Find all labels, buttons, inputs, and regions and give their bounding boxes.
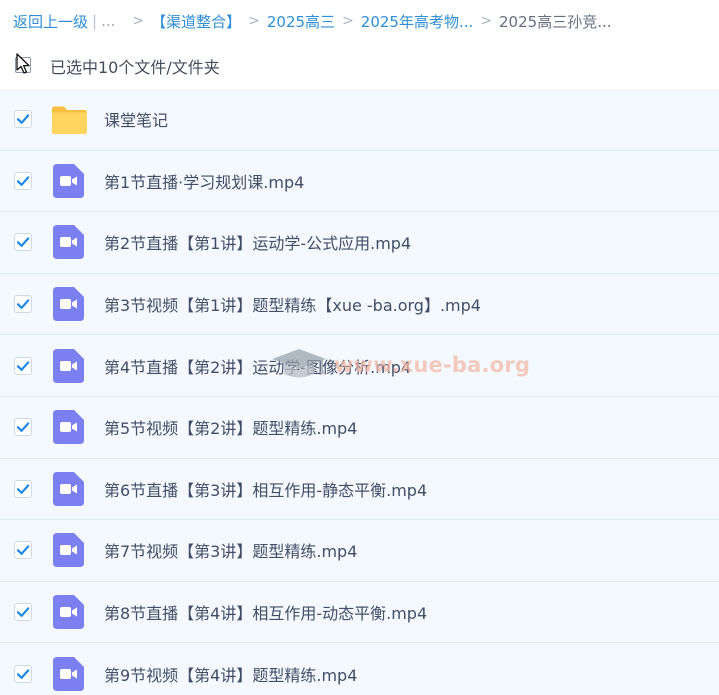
list-item[interactable]: 第7节视频【第3讲】题型精练.mp4 — [0, 520, 719, 582]
item-checkbox[interactable] — [14, 171, 32, 190]
list-item[interactable]: 第9节视频【第4讲】题型精练.mp4 — [0, 643, 719, 695]
file-name[interactable]: 第1节直播·学习规划课.mp4 — [104, 169, 304, 193]
file-list: 课堂笔记 第1节直播·学习规划课.mp4 第2节直播【第1讲】运动学-公式应用.… — [0, 89, 719, 695]
checkmark-icon — [16, 114, 30, 125]
list-item[interactable]: 课堂笔记 — [0, 89, 719, 151]
video-file-icon — [53, 287, 84, 322]
file-name[interactable]: 第4节直播【第2讲】运动学-图像分析.mp4 — [104, 354, 411, 378]
breadcrumb-arrow: > — [132, 13, 145, 29]
checkmark-icon — [16, 360, 30, 371]
file-name[interactable]: 第2节直播【第1讲】运动学-公式应用.mp4 — [104, 230, 411, 254]
file-name[interactable]: 第6节直播【第3讲】相互作用-静态平衡.mp4 — [104, 477, 427, 501]
list-item[interactable]: 第4节直播【第2讲】运动学-图像分析.mp4 — [0, 335, 719, 397]
folder-icon — [52, 106, 87, 135]
item-checkbox[interactable] — [14, 418, 32, 437]
breadcrumb-item-grade[interactable]: 2025高三 — [267, 11, 335, 32]
file-browser: 返回上一级 | ... > 【渠道整合】 > 2025高三 > 2025年高考物… — [0, 0, 719, 695]
item-checkbox[interactable] — [14, 233, 32, 252]
checkmark-icon — [16, 422, 30, 433]
list-item[interactable]: 第2节直播【第1讲】运动学-公式应用.mp4 — [0, 212, 719, 274]
breadcrumb: 返回上一级 | ... > 【渠道整合】 > 2025高三 > 2025年高考物… — [13, 10, 612, 32]
video-file-icon — [53, 348, 84, 383]
item-checkbox[interactable] — [14, 541, 32, 560]
breadcrumb-item-channel[interactable]: 【渠道整合】 — [151, 11, 241, 32]
breadcrumb-item-physics[interactable]: 2025年高考物... — [361, 11, 473, 32]
item-checkbox[interactable] — [14, 356, 32, 375]
video-file-icon — [53, 595, 84, 630]
video-file-icon — [53, 410, 84, 445]
checkmark-icon — [16, 607, 30, 617]
mouse-cursor-icon — [16, 53, 30, 74]
video-file-icon — [53, 471, 84, 506]
file-name[interactable]: 第5节视频【第2讲】题型精练.mp4 — [104, 415, 357, 439]
item-checkbox[interactable] — [14, 664, 32, 683]
selection-count: 已选中10个文件/文件夹 — [50, 58, 220, 77]
checkmark-icon — [16, 484, 30, 494]
checkmark-icon — [16, 299, 30, 309]
checkmark-icon — [16, 545, 30, 556]
item-checkbox[interactable] — [14, 110, 32, 129]
file-name[interactable]: 课堂笔记 — [104, 107, 168, 131]
breadcrumb-ellipsis[interactable]: ... — [101, 12, 115, 30]
video-file-icon — [53, 163, 84, 198]
item-checkbox[interactable] — [14, 479, 32, 498]
file-name[interactable]: 第9节视频【第4讲】题型精练.mp4 — [104, 662, 357, 686]
video-file-icon — [53, 533, 84, 568]
selection-bar: 已选中10个文件/文件夹 — [0, 48, 719, 82]
checkmark-icon — [16, 668, 30, 679]
list-item[interactable]: 第5节视频【第2讲】题型精练.mp4 — [0, 396, 719, 459]
breadcrumb-arrow: > — [480, 13, 493, 29]
file-name[interactable]: 第3节视频【第1讲】题型精练【xue -ba.org】.mp4 — [104, 292, 481, 316]
checkmark-icon — [16, 237, 30, 248]
file-name[interactable]: 第8节直播【第4讲】相互作用-动态平衡.mp4 — [104, 600, 427, 624]
video-file-icon — [53, 225, 84, 260]
breadcrumb-arrow: > — [342, 13, 354, 29]
breadcrumb-current: 2025高三孙竞... — [499, 12, 612, 31]
breadcrumb-separator-bar: | — [92, 12, 98, 30]
back-link[interactable]: 返回上一级 — [13, 11, 88, 32]
list-item[interactable]: 第6节直播【第3讲】相互作用-静态平衡.mp4 — [0, 458, 719, 521]
list-item[interactable]: 第3节视频【第1讲】题型精练【xue -ba.org】.mp4 — [0, 273, 719, 336]
checkmark-icon — [16, 176, 30, 186]
video-file-icon — [53, 656, 84, 691]
file-name[interactable]: 第7节视频【第3讲】题型精练.mp4 — [104, 538, 357, 562]
item-checkbox[interactable] — [14, 295, 32, 314]
item-checkbox[interactable] — [14, 603, 32, 622]
list-item[interactable]: 第1节直播·学习规划课.mp4 — [0, 150, 719, 213]
list-item[interactable]: 第8节直播【第4讲】相互作用-动态平衡.mp4 — [0, 581, 719, 644]
breadcrumb-arrow: > — [248, 13, 260, 29]
